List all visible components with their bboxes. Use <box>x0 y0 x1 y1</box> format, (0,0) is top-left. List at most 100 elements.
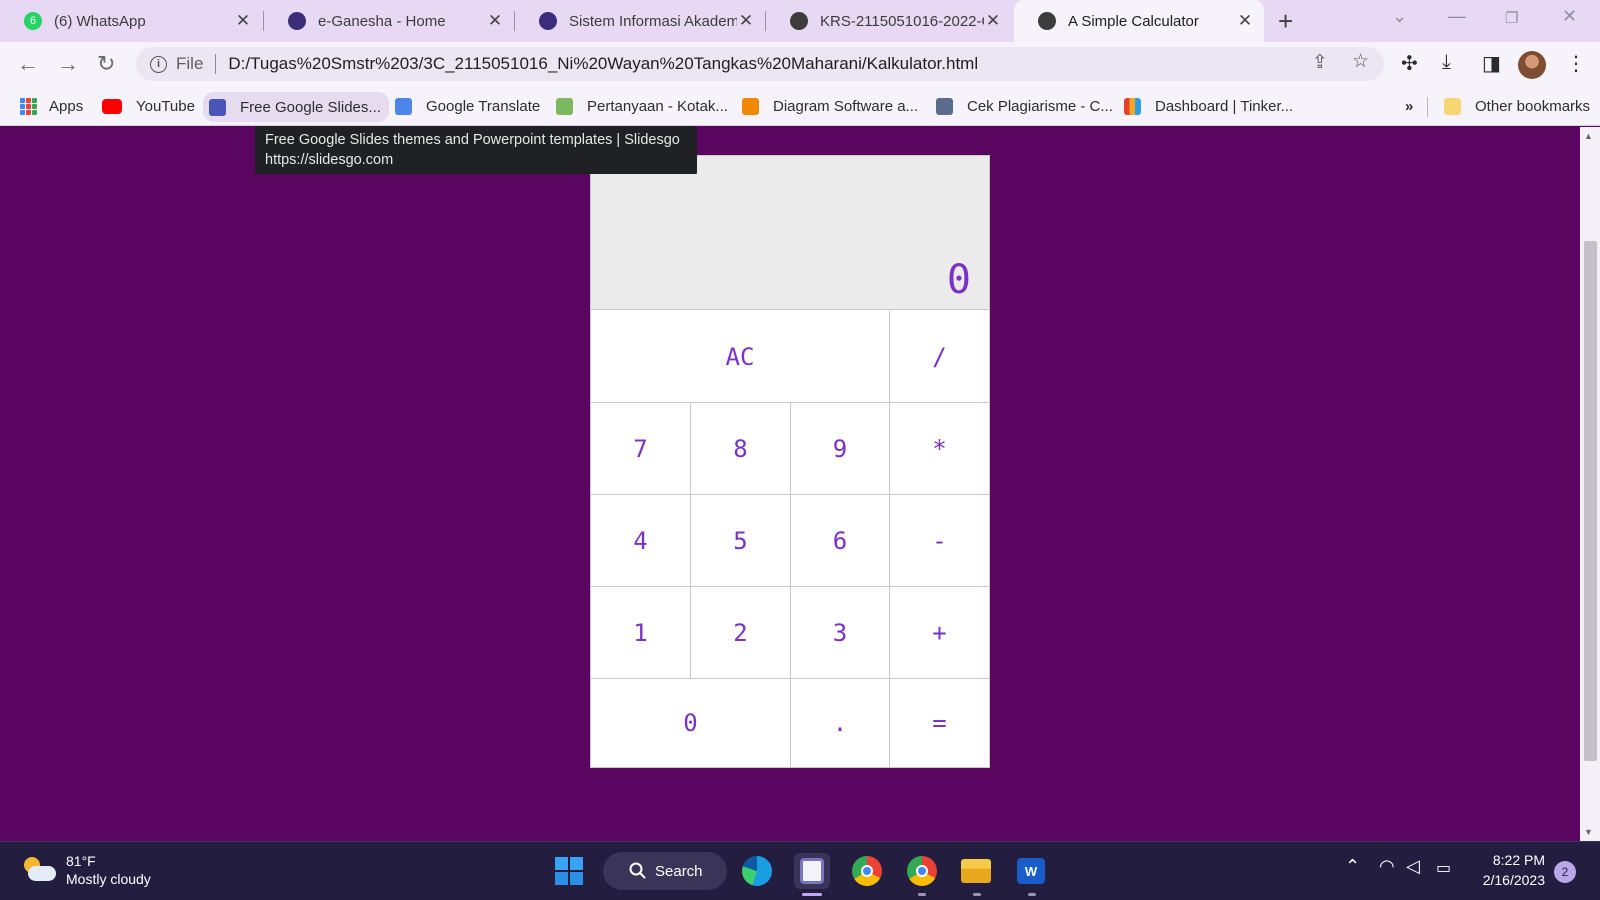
close-tab-icon[interactable]: ✕ <box>1236 11 1254 31</box>
forward-icon[interactable]: → <box>57 51 79 77</box>
apps-grid-icon <box>20 97 37 115</box>
slides-icon <box>209 98 226 116</box>
bookmark-diagram[interactable]: Diagram Software a... <box>742 95 918 117</box>
profile-avatar[interactable] <box>1518 51 1546 79</box>
window-close-icon[interactable]: ✕ <box>1562 6 1577 27</box>
tooltip-url: https://slidesgo.com <box>265 152 394 168</box>
key-0[interactable]: 0 <box>591 679 791 767</box>
bookmark-tooltip: Free Google Slides themes and Powerpoint… <box>255 126 697 174</box>
back-icon[interactable]: ← <box>17 51 39 77</box>
bookmark-youtube[interactable]: YouTube <box>102 95 195 117</box>
tab-calculator[interactable]: A Simple Calculator ✕ <box>1014 0 1264 42</box>
vertical-scrollbar[interactable]: ▲ ▼ <box>1580 127 1600 841</box>
key-divide[interactable]: / <box>890 311 989 403</box>
bookmark-plagiarism[interactable]: Cek Plagiarisme - C... <box>936 95 1113 117</box>
close-tab-icon[interactable]: ✕ <box>737 11 755 31</box>
bookmark-apps[interactable]: Apps <box>20 95 83 117</box>
menu-icon[interactable]: ⋮ <box>1566 51 1586 76</box>
bookmark-label: Pertanyaan - Kotak... <box>587 97 728 115</box>
tab-siak[interactable]: Sistem Informasi Akadem ✕ <box>515 0 765 42</box>
key-multiply[interactable]: * <box>890 403 989 495</box>
key-1[interactable]: 1 <box>591 587 691 679</box>
url-text[interactable]: D:/Tugas%20Smstr%203/3C_2115051016_Ni%20… <box>228 54 978 74</box>
bookmark-google-slides[interactable]: Free Google Slides... <box>203 92 389 122</box>
start-button[interactable] <box>551 853 587 889</box>
university-icon <box>539 12 557 30</box>
tab-whatsapp[interactable]: 6 (6) WhatsApp ✕ <box>0 0 262 42</box>
search-icon <box>629 862 646 879</box>
tab-search-icon[interactable]: ⌄ <box>1392 6 1407 27</box>
key-2[interactable]: 2 <box>691 587 791 679</box>
battery-icon[interactable]: ▭ <box>1436 858 1451 878</box>
address-bar[interactable]: i File D:/Tugas%20Smstr%203/3C_211505101… <box>136 47 1384 81</box>
taskbar-search[interactable]: Search <box>603 852 727 890</box>
info-icon[interactable]: i <box>150 55 167 73</box>
browser-toolbar: ← → ↻ i File D:/Tugas%20Smstr%203/3C_211… <box>0 42 1600 86</box>
key-3[interactable]: 3 <box>791 587 890 679</box>
other-bookmarks[interactable]: Other bookmarks <box>1444 95 1590 117</box>
bookmark-label: Dashboard | Tinker... <box>1155 97 1294 115</box>
extensions-icon[interactable]: ✣ <box>1401 51 1418 76</box>
calculator-display: 0 <box>591 156 989 310</box>
bookmark-pertanyaan[interactable]: Pertanyaan - Kotak... <box>556 95 728 117</box>
tab-title: e-Ganesha - Home <box>318 12 446 30</box>
bookmark-star-icon[interactable]: ☆ <box>1352 50 1369 73</box>
folder-icon <box>1444 97 1461 115</box>
tab-eganesha[interactable]: e-Ganesha - Home ✕ <box>264 0 514 42</box>
weather-desc: Mostly cloudy <box>66 871 151 887</box>
close-tab-icon[interactable]: ✕ <box>486 11 504 31</box>
key-ac[interactable]: AC <box>591 311 890 403</box>
bookmarks-overflow-button[interactable]: » <box>1405 95 1413 117</box>
volume-icon[interactable]: ◁ <box>1406 856 1420 877</box>
notification-badge[interactable]: 2 <box>1554 861 1576 883</box>
key-dot[interactable]: . <box>791 679 890 767</box>
reload-icon[interactable]: ↻ <box>97 51 115 77</box>
clock-date: 2/16/2023 <box>1482 872 1545 888</box>
bookmark-label: YouTube <box>136 97 195 115</box>
close-tab-icon[interactable]: ✕ <box>234 11 252 31</box>
download-icon[interactable]: ⤓ <box>1442 51 1451 74</box>
new-tab-button[interactable]: + <box>1278 6 1293 37</box>
key-7[interactable]: 7 <box>591 403 691 495</box>
key-5[interactable]: 5 <box>691 495 791 587</box>
close-tab-icon[interactable]: ✕ <box>984 11 1002 31</box>
restore-icon[interactable]: ❐ <box>1505 9 1518 27</box>
key-6[interactable]: 6 <box>791 495 890 587</box>
chrome-icon[interactable] <box>849 853 885 889</box>
key-4[interactable]: 4 <box>591 495 691 587</box>
globe-icon <box>1038 12 1056 30</box>
word-icon[interactable]: W <box>1013 853 1049 889</box>
tray-chevron-icon[interactable]: ⌃ <box>1345 856 1360 877</box>
weather-temp: 81°F <box>66 853 96 869</box>
search-label: Search <box>655 862 703 880</box>
wifi-icon[interactable]: ◠ <box>1379 856 1395 877</box>
key-8[interactable]: 8 <box>691 403 791 495</box>
edge-icon[interactable] <box>739 853 775 889</box>
scroll-down-icon[interactable]: ▼ <box>1584 827 1593 837</box>
tab-title: (6) WhatsApp <box>54 12 146 30</box>
university-icon <box>288 12 306 30</box>
bookmark-tinkercad[interactable]: Dashboard | Tinker... <box>1124 95 1293 117</box>
share-icon[interactable]: ⇪ <box>1312 51 1328 74</box>
weather-widget[interactable]: 81°F Mostly cloudy <box>22 852 151 888</box>
key-equals[interactable]: = <box>890 679 989 767</box>
scroll-up-icon[interactable]: ▲ <box>1584 131 1593 141</box>
taskbar: 81°F Mostly cloudy Search W ⌃ ◠ ◁ ▭ 8:22… <box>0 841 1600 900</box>
bookmark-google-translate[interactable]: Google Translate <box>395 95 540 117</box>
clock[interactable]: 8:22 PM 2/16/2023 <box>1473 850 1545 890</box>
chrome-profile-icon[interactable] <box>904 853 940 889</box>
key-minus[interactable]: - <box>890 495 989 587</box>
scrollbar-thumb[interactable] <box>1584 241 1597 761</box>
bookmarks-divider <box>1427 97 1428 117</box>
tab-krs[interactable]: KRS-2115051016-2022-G ✕ <box>766 0 1012 42</box>
side-panel-icon[interactable]: ◨ <box>1482 51 1501 76</box>
minimize-icon[interactable]: — <box>1448 6 1466 27</box>
key-9[interactable]: 9 <box>791 403 890 495</box>
snipping-tool-icon[interactable] <box>794 853 830 889</box>
file-explorer-icon[interactable] <box>958 853 994 889</box>
youtube-icon <box>102 98 122 114</box>
key-plus[interactable]: + <box>890 587 989 679</box>
windows-icon <box>555 857 583 885</box>
bookmark-label: Free Google Slides... <box>240 98 381 116</box>
calculator: 0 AC / 7 8 9 * 4 5 6 - 1 2 3 + 0 . = <box>590 155 990 768</box>
